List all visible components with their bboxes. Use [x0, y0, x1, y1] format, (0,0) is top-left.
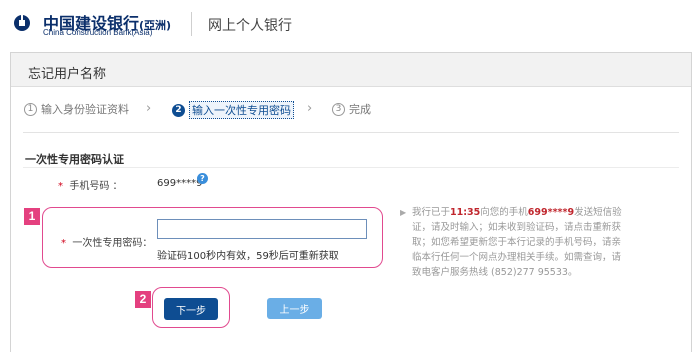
service-title: 网上个人银行	[208, 18, 292, 34]
step-3-label: 完成	[349, 103, 371, 116]
step-1: 1 输入身份验证资料	[24, 101, 129, 117]
step-3: 3 完成	[332, 101, 371, 117]
otp-label: * 一次性专用密码：	[61, 238, 153, 249]
step-indicator: 1 输入身份验证资料 › 2 输入一次性专用密码 › 3 完成	[24, 101, 684, 119]
ccb-logo-icon[interactable]	[13, 14, 31, 32]
next-button[interactable]: 下一步	[164, 298, 218, 320]
step-3-number: 3	[332, 102, 345, 116]
section-underline	[23, 167, 679, 168]
section-divider	[23, 132, 679, 133]
site-header: 中国建设银行(亞洲) China Construction Bank(Asia)…	[0, 0, 700, 48]
step-2-number: 2	[172, 103, 185, 117]
step-2-label: 输入一次性专用密码	[189, 101, 294, 119]
required-mark: *	[58, 181, 63, 192]
sms-time: 11:35	[450, 207, 481, 218]
phone-value: 699****9	[157, 178, 203, 189]
chevron-right-icon: ›	[307, 101, 313, 116]
section-title: 一次性专用密码认证	[25, 153, 124, 166]
sms-info-text: 我行已于11:35向您的手机699****9发送短信验证，请及时输入；如未收到验…	[412, 207, 622, 278]
step-1-label: 输入身份验证资料	[41, 103, 129, 116]
sms-info-note: ▶ 我行已于11:35向您的手机699****9发送短信验证，请及时输入；如未收…	[400, 205, 628, 280]
question-icon[interactable]: ?	[197, 173, 208, 184]
page-title: 忘记用户名称	[28, 67, 107, 82]
sms-phone: 699****9	[527, 207, 575, 218]
step-2: 2 输入一次性专用密码	[172, 101, 294, 119]
triangle-right-icon: ▶	[400, 208, 407, 217]
main-panel: 忘记用户名称 1 输入身份验证资料 › 2 输入一次性专用密码 › 3 完成 一…	[10, 52, 692, 352]
brand-name-en: China Construction Bank(Asia)	[43, 28, 153, 37]
annotation-badge-2: 2	[135, 291, 151, 308]
step-1-number: 1	[24, 102, 37, 116]
required-mark: *	[61, 238, 66, 249]
annotation-badge-1: 1	[24, 208, 40, 225]
otp-input[interactable]	[157, 219, 367, 239]
previous-button[interactable]: 上一步	[267, 298, 322, 319]
chevron-right-icon: ›	[146, 101, 152, 116]
otp-hint: 验证码100秒内有效，59秒后可重新获取	[157, 251, 339, 262]
phone-label: * 手机号码 ：	[58, 181, 123, 192]
panel-header: 忘记用户名称	[11, 53, 691, 87]
header-divider	[191, 12, 192, 36]
